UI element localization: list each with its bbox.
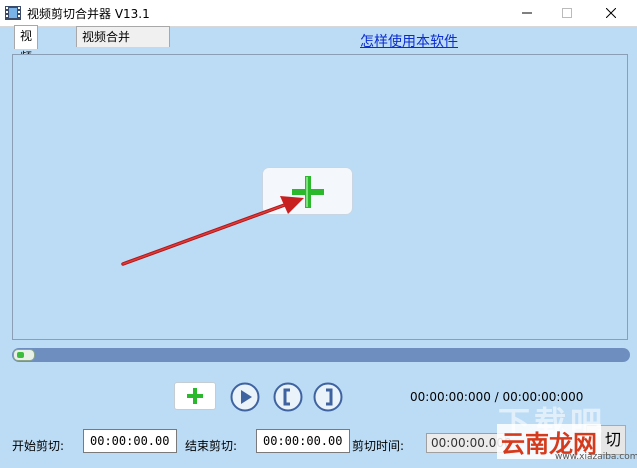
add-video-button[interactable] bbox=[262, 167, 353, 215]
start-cut-label: 开始剪切: bbox=[12, 439, 65, 453]
minimize-button[interactable] bbox=[507, 0, 547, 26]
add-file-button[interactable] bbox=[174, 382, 216, 410]
title-bar: 视频剪切合并器 V13.1 bbox=[0, 0, 637, 27]
end-cut-label: 结束剪切: bbox=[185, 439, 238, 453]
watermark-url: www.xiazaiba.com bbox=[555, 452, 637, 462]
cut-duration-label: 剪切时间: bbox=[352, 439, 405, 453]
end-cut-input[interactable] bbox=[256, 429, 350, 453]
plus-icon bbox=[187, 388, 203, 404]
cut-duration-field: 00:00:00.000 bbox=[426, 433, 512, 453]
close-icon bbox=[606, 8, 616, 18]
progress-bar[interactable] bbox=[12, 348, 630, 362]
mark-end-button[interactable] bbox=[313, 382, 343, 412]
tab-video-cut[interactable]: 视频剪切 bbox=[14, 25, 39, 106]
start-cut-input[interactable] bbox=[83, 429, 177, 453]
plus-icon bbox=[292, 176, 324, 208]
bracket-left-icon bbox=[273, 382, 303, 412]
play-button[interactable] bbox=[230, 382, 260, 412]
help-link[interactable]: 怎样使用本软件 bbox=[360, 31, 458, 51]
maximize-button[interactable] bbox=[547, 0, 587, 26]
tab-video-merge[interactable]: 视频合并 bbox=[76, 26, 170, 47]
bracket-right-icon bbox=[313, 382, 343, 412]
window-title: 视频剪切合并器 V13.1 bbox=[27, 7, 150, 21]
play-icon bbox=[230, 382, 260, 412]
maximize-icon bbox=[562, 8, 572, 18]
app-icon bbox=[5, 6, 21, 20]
progress-handle[interactable] bbox=[13, 349, 35, 361]
watermark: 云南龙网 www.xiazaiba.com bbox=[497, 422, 637, 464]
close-button[interactable] bbox=[591, 0, 631, 26]
mark-start-button[interactable] bbox=[273, 382, 303, 412]
minimize-icon bbox=[522, 12, 532, 14]
